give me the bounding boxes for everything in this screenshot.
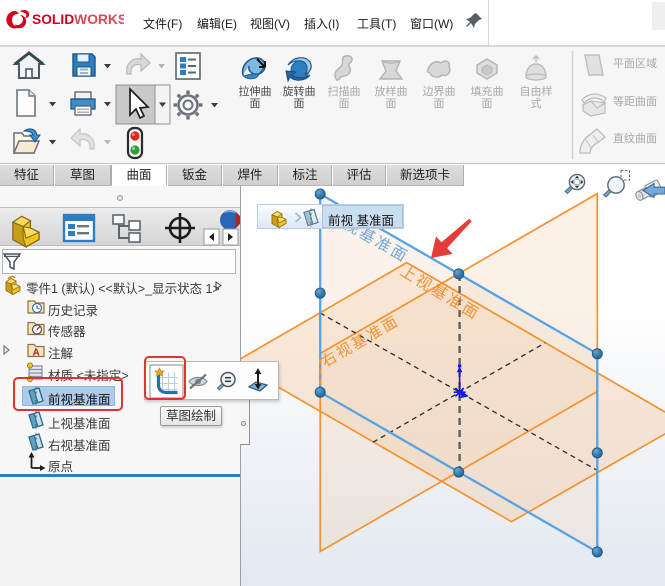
svg-text:SOLIDWORKS: SOLIDWORKS (32, 12, 124, 27)
svg-text:A: A (33, 348, 40, 359)
